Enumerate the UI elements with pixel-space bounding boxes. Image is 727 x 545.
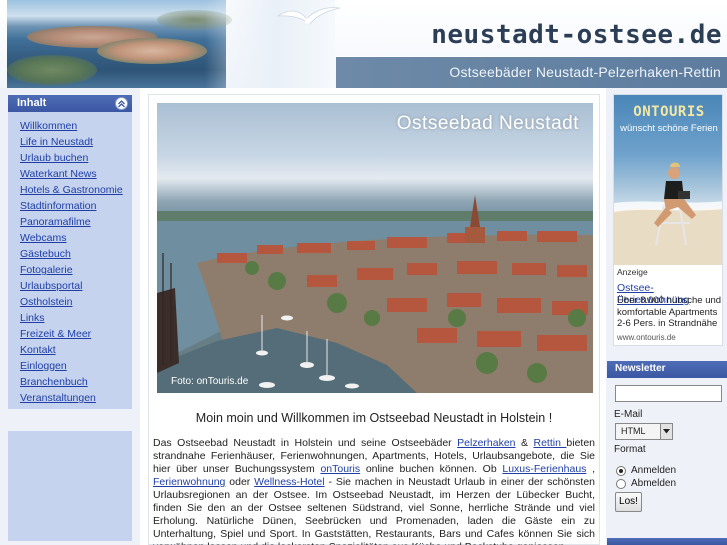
- newsletter-format-label: Format: [614, 444, 646, 455]
- nav-link-ostholstein[interactable]: Ostholstein: [20, 296, 73, 308]
- site-subtitle: Ostseebäder Neustadt-Pelzerhaken-Rettin: [449, 64, 721, 80]
- newsletter-email-label: E-Mail: [614, 409, 643, 420]
- nav-link-fotogalerie[interactable]: Fotogalerie: [20, 264, 73, 276]
- nav-link-willkommen[interactable]: Willkommen: [20, 120, 77, 132]
- ad-beach-illustration: [614, 162, 722, 265]
- subscribe-radio[interactable]: [616, 465, 626, 476]
- nav-item: Life in Neustadt: [8, 134, 132, 150]
- nav-item: Panoramafilme: [8, 214, 132, 230]
- nav-item: Webcams: [8, 230, 132, 246]
- nav-link-kontakt[interactable]: Kontakt: [20, 344, 56, 356]
- next-box-header: [607, 538, 727, 545]
- link-pelzerhaken[interactable]: Pelzerhaken: [457, 437, 515, 449]
- nav-link-urlaub-buchen[interactable]: Urlaub buchen: [20, 152, 88, 164]
- newsletter-title: Newsletter: [615, 363, 666, 374]
- intro-text: &: [515, 437, 534, 449]
- welcome-heading: Moin moin und Willkommen im Ostseebad Ne…: [195, 411, 553, 425]
- nav-item: Urlaub buchen: [8, 150, 132, 166]
- newsletter-box: Newsletter E-Mail HTML Format Anmelden A…: [607, 361, 727, 545]
- header-aerial-photo: [7, 0, 232, 88]
- intro-text: Das Ostseebad Neustadt in Holstein und s…: [153, 437, 458, 449]
- nav-item: Fotogalerie: [8, 262, 132, 278]
- ad-url: www.ontouris.de: [617, 333, 676, 342]
- nav-link-life-in-neustadt[interactable]: Life in Neustadt: [20, 136, 93, 148]
- nav-item: Stadtinformation: [8, 198, 132, 214]
- nav-menu-list: Willkommen Life in Neustadt Urlaub buche…: [8, 112, 132, 406]
- nav-item: Gästebuch: [8, 246, 132, 262]
- nav-menu-header: Inhalt: [8, 95, 132, 112]
- link-ontouris[interactable]: onTouris: [320, 463, 360, 475]
- unsubscribe-label: Abmelden: [631, 478, 677, 489]
- link-ferienwohnung[interactable]: Ferienwohnung: [153, 476, 225, 488]
- nav-item: Urlaubsportal: [8, 278, 132, 294]
- nav-link-webcams[interactable]: Webcams: [20, 232, 67, 244]
- newsletter-format-select[interactable]: HTML: [615, 423, 673, 440]
- chevron-down-icon[interactable]: [660, 424, 672, 439]
- newsletter-header: Newsletter: [607, 361, 727, 378]
- newsletter-submit-button[interactable]: Los!: [615, 492, 642, 512]
- nav-item: Waterkant News: [8, 166, 132, 182]
- nav-link-stadtinformation[interactable]: Stadtinformation: [20, 200, 96, 212]
- nav-link-panoramafilme[interactable]: Panoramafilme: [20, 216, 91, 228]
- subscribe-option[interactable]: Anmelden: [616, 465, 676, 476]
- newsletter-email-input[interactable]: [615, 385, 722, 402]
- intro-text: oder: [225, 476, 255, 488]
- nav-item: Ostholstein: [8, 294, 132, 310]
- nav-link-gaestebuch[interactable]: Gästebuch: [20, 248, 71, 260]
- newsletter-format-value: HTML: [621, 426, 646, 436]
- hero-caption: Ostseebad Neustadt: [396, 113, 579, 134]
- nav-menu-title: Inhalt: [17, 97, 47, 109]
- collapse-up-icon[interactable]: [115, 97, 128, 110]
- hero-image: Ostseebad Neustadt Foto: onTouris.de: [157, 103, 593, 393]
- nav-item: Veranstaltungen: [8, 390, 132, 406]
- intro-text: ,: [586, 463, 595, 475]
- main-content: Ostseebad Neustadt Foto: onTouris.de Moi…: [148, 94, 600, 545]
- nav-menu: Inhalt Willkommen Life in Neustadt Urlau…: [8, 95, 132, 409]
- link-luxus-ferienhaus[interactable]: Luxus-Ferienhaus: [502, 463, 586, 475]
- nav-link-urlaubsportal[interactable]: Urlaubsportal: [20, 280, 82, 292]
- nav-link-branchenbuch[interactable]: Branchenbuch: [20, 376, 88, 388]
- left-sidebar-box: [8, 431, 132, 541]
- seagull-icon: [276, 7, 341, 25]
- intro-text: online buchen können. Ob: [360, 463, 503, 475]
- nav-item: Freizeit & Meer: [8, 326, 132, 342]
- intro-paragraph: Das Ostseebad Neustadt in Holstein und s…: [153, 437, 595, 545]
- ad-tagline: wünscht schöne Ferien: [620, 123, 718, 134]
- ad-beach-photo: ONTOURIS wünscht schöne Ferien: [614, 95, 722, 265]
- unsubscribe-radio[interactable]: [616, 478, 626, 489]
- nav-item: Willkommen: [8, 118, 132, 134]
- nav-item: Einloggen: [8, 358, 132, 374]
- left-sidebar: Inhalt Willkommen Life in Neustadt Urlau…: [0, 88, 140, 545]
- nav-link-veranstaltungen[interactable]: Veranstaltungen: [20, 392, 96, 404]
- subscribe-label: Anmelden: [631, 465, 677, 476]
- nav-link-links[interactable]: Links: [20, 312, 45, 324]
- nav-item: Links: [8, 310, 132, 326]
- nav-item: Hotels & Gastronomie: [8, 182, 132, 198]
- ontouris-ad[interactable]: ONTOURIS wünscht schöne Ferien Anzeige O…: [613, 94, 723, 346]
- nav-link-hotels-gastronomie[interactable]: Hotels & Gastronomie: [20, 184, 123, 196]
- site-title[interactable]: neustadt-ostsee.de: [431, 20, 722, 50]
- site-header: neustadt-ostsee.de Ostseebäder Neustadt-…: [0, 0, 727, 88]
- hero-harbour-illustration: [157, 195, 593, 393]
- ontouris-logo: ONTOURIS: [633, 104, 705, 120]
- ad-label: Anzeige: [617, 267, 648, 277]
- nav-link-einloggen[interactable]: Einloggen: [20, 360, 67, 372]
- nav-item: Branchenbuch: [8, 374, 132, 390]
- ad-description: Über 8.000 hübsche und komfortable Apart…: [617, 295, 722, 329]
- site-subtitle-bar: Ostseebäder Neustadt-Pelzerhaken-Rettin: [336, 57, 727, 88]
- right-sidebar: ONTOURIS wünscht schöne Ferien Anzeige O…: [606, 88, 727, 545]
- nav-link-freizeit-meer[interactable]: Freizeit & Meer: [20, 328, 91, 340]
- link-wellness-hotel[interactable]: Wellness-Hotel: [254, 476, 324, 488]
- nav-item: Kontakt: [8, 342, 132, 358]
- link-rettin[interactable]: Rettin: [533, 437, 566, 449]
- unsubscribe-option[interactable]: Abmelden: [616, 478, 676, 489]
- hero-photo-credit: Foto: onTouris.de: [171, 376, 249, 387]
- nav-link-waterkant-news[interactable]: Waterkant News: [20, 168, 97, 180]
